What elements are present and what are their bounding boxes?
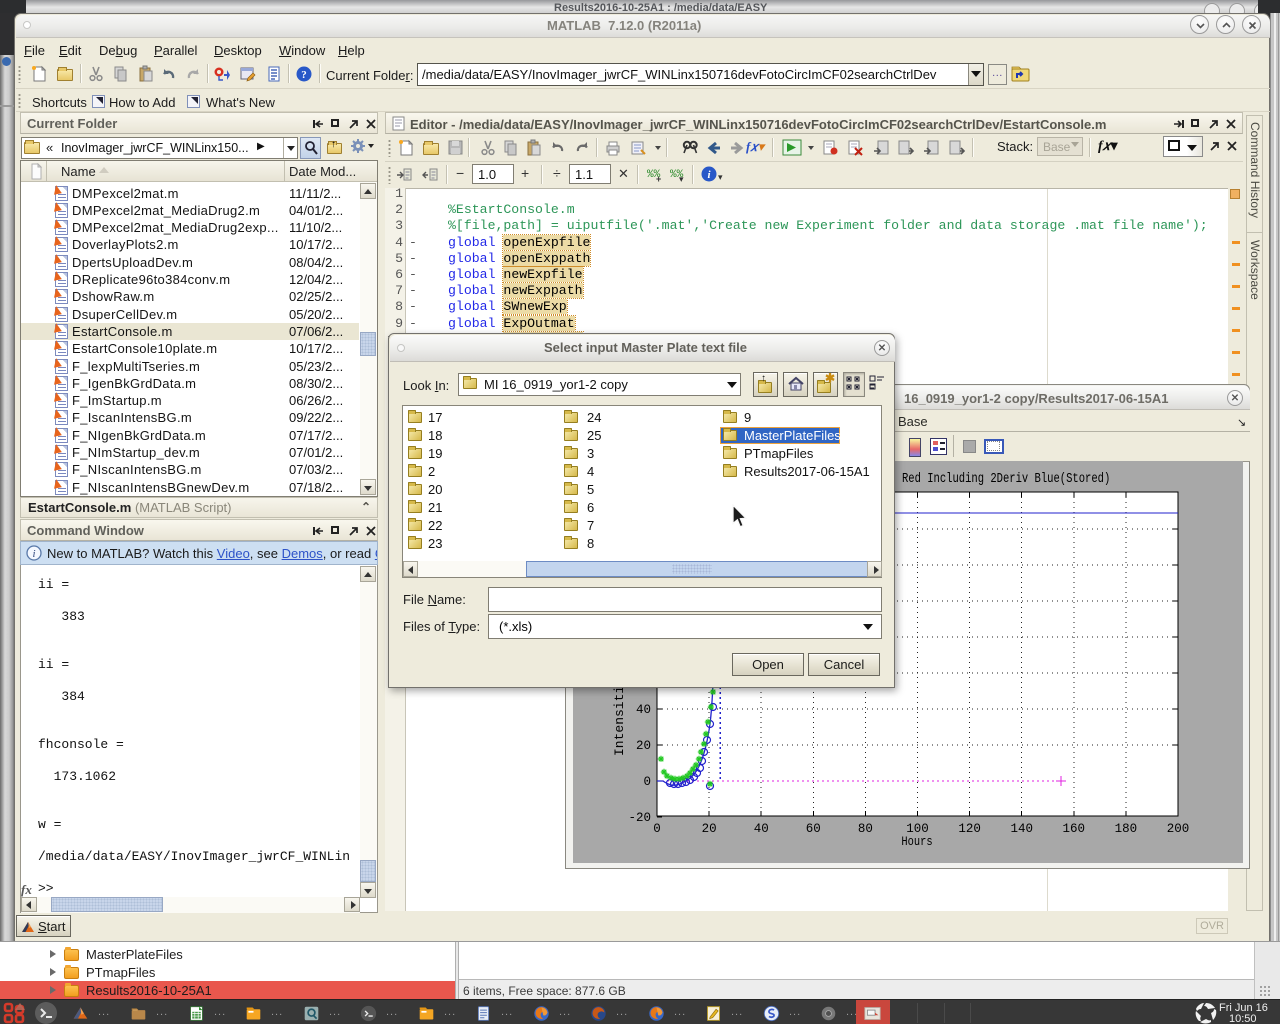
svg-text:60: 60 (806, 822, 821, 836)
svg-text:Red Including 2Deriv Blue(Stor: Red Including 2Deriv Blue(Stored) (902, 471, 1110, 487)
svg-text:180: 180 (1115, 822, 1138, 836)
svg-text:80: 80 (858, 822, 873, 836)
svg-text:+: + (656, 174, 661, 183)
svg-text:40: 40 (636, 703, 651, 717)
svg-text:0: 0 (643, 775, 651, 789)
svg-text:▾: ▾ (718, 172, 723, 182)
svg-text:200: 200 (1167, 822, 1190, 836)
svg-text:Hours: Hours (901, 834, 932, 849)
svg-text:160: 160 (1063, 822, 1086, 836)
svg-text:▾: ▾ (679, 174, 684, 183)
svg-text:140: 140 (1010, 822, 1033, 836)
svg-text:40: 40 (754, 822, 769, 836)
svg-text:0: 0 (653, 822, 661, 836)
svg-text:i: i (32, 548, 35, 560)
svg-text:120: 120 (958, 822, 981, 836)
svg-text:-20: -20 (628, 811, 651, 825)
svg-text:?: ? (301, 69, 307, 81)
svg-text:20: 20 (636, 739, 651, 753)
svg-text:20: 20 (702, 822, 717, 836)
